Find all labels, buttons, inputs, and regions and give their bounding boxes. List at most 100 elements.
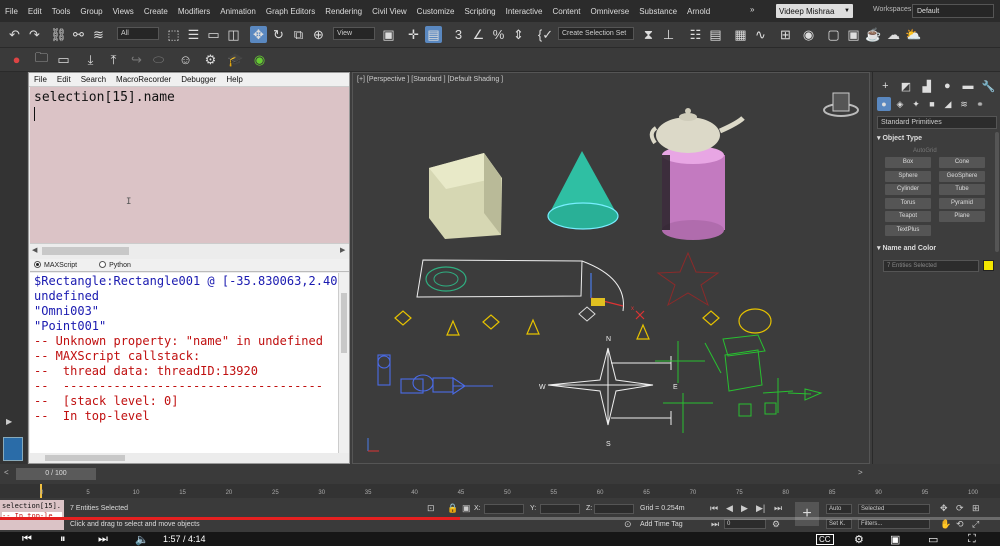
menu-graph-editors[interactable]: Graph Editors	[261, 7, 320, 16]
menu-rendering[interactable]: Rendering	[320, 7, 367, 16]
set-key-button[interactable]: Set K.	[826, 519, 852, 529]
play-icon[interactable]: ▶	[741, 503, 748, 514]
fullscreen-icon[interactable]: ⛶	[968, 533, 976, 546]
create-torus-button[interactable]: Torus	[885, 197, 931, 209]
camera-target-icon[interactable]	[578, 306, 596, 322]
point-helpers[interactable]	[655, 334, 823, 433]
create-textplus-button[interactable]: TextPlus	[885, 224, 931, 236]
name-color-rollout-header[interactable]: ▾ Name and Color	[877, 244, 997, 252]
create-cone-button[interactable]: Cone	[939, 157, 985, 168]
light-objects[interactable]	[394, 308, 772, 340]
workspace-select[interactable]: Default	[912, 4, 994, 18]
x-coordinate-field[interactable]	[484, 504, 524, 514]
create-tube-button[interactable]: Tube	[939, 184, 985, 195]
redo-icon[interactable]: ↷	[26, 26, 43, 43]
render-in-cloud-icon[interactable]: ☁	[885, 26, 902, 43]
menu-customize[interactable]: Customize	[412, 7, 460, 16]
theater-mode-icon[interactable]: ▭	[928, 533, 938, 546]
previous-video-icon[interactable]: ⏮	[22, 533, 32, 546]
link-icon[interactable]: ⛓	[50, 26, 67, 43]
create-box-button[interactable]: Box	[885, 157, 931, 168]
menu-views[interactable]: Views	[108, 7, 139, 16]
key-selection-dropdown[interactable]: Selected	[858, 504, 930, 514]
select-move-icon[interactable]: ✥	[250, 26, 267, 43]
y-coordinate-field[interactable]	[540, 504, 580, 514]
biped-objects[interactable]	[377, 354, 493, 396]
autogrid-checkbox[interactable]: AutoGrid	[913, 148, 937, 154]
gear-icon[interactable]: ⚙	[202, 51, 219, 68]
object-type-rollout-header[interactable]: ▾ Object Type	[877, 134, 997, 142]
toggle-scene-explorer-icon[interactable]: ☷	[687, 26, 704, 43]
previous-frame-icon[interactable]: ◀	[726, 503, 733, 514]
editor-menu-help[interactable]: Help	[221, 75, 247, 84]
edit-named-selection-icon[interactable]: {✓	[537, 26, 554, 43]
teapot-object[interactable]	[649, 108, 745, 153]
display-tab-icon[interactable]: ▬	[960, 78, 977, 94]
import-icon[interactable]: ⤓	[82, 51, 99, 68]
menu-more[interactable]: »	[744, 5, 760, 14]
key-mode-icon[interactable]: ⏭	[711, 519, 719, 530]
script-code-area[interactable]: selection[15].name I	[30, 87, 349, 243]
miniplayer-icon[interactable]: ▣	[890, 533, 900, 546]
unlink-icon[interactable]: ⚯	[70, 26, 87, 43]
window-crossing-icon[interactable]: ◫	[225, 26, 242, 43]
place-icon[interactable]: ⊕	[310, 26, 327, 43]
menu-arnold[interactable]: Arnold	[682, 7, 715, 16]
rect-selection-icon[interactable]: ▭	[205, 26, 222, 43]
menu-scripting[interactable]: Scripting	[459, 7, 500, 16]
selection-lock-icon[interactable]: 🔒	[447, 503, 458, 514]
spacewarps-icon[interactable]: ≋	[957, 97, 971, 111]
render-setup-icon[interactable]: ▢	[825, 26, 842, 43]
create-plane-button[interactable]: Plane	[939, 211, 985, 222]
add-time-tag[interactable]: Add Time Tag	[640, 521, 683, 528]
save-icon[interactable]: ▭	[55, 51, 72, 68]
scrollbar-thumb[interactable]	[45, 455, 125, 461]
object-name-field[interactable]: 7 Entities Selected	[883, 260, 979, 272]
menu-tools[interactable]: Tools	[47, 7, 76, 16]
graduation-cap-icon[interactable]: 🎓	[227, 51, 244, 68]
menu-create[interactable]: Create	[139, 7, 173, 16]
user-account-dropdown[interactable]: Videep Mishraa ▼	[776, 4, 853, 18]
command-panel-scrollbar[interactable]	[995, 132, 999, 252]
tab-python[interactable]: Python	[99, 261, 131, 269]
create-tab-icon[interactable]: +	[877, 78, 894, 94]
shapes-icon[interactable]: ◈	[893, 97, 907, 111]
scroll-right-icon[interactable]: ▶	[340, 246, 345, 254]
maxscript-listener-output[interactable]: $Rectangle:Rectangle001 @ [-35.830063,2.…	[30, 273, 338, 453]
volume-icon[interactable]: 🔈	[135, 533, 149, 546]
scroll-left-icon[interactable]: ◀	[32, 246, 37, 254]
create-pyramid-button[interactable]: Pyramid	[939, 197, 985, 209]
settings-gear-icon[interactable]: ⚙	[854, 533, 864, 546]
compass-rose[interactable]: N S W E	[539, 336, 678, 448]
angle-snap-icon[interactable]: ∠	[470, 26, 487, 43]
user-icon[interactable]: ●	[8, 51, 25, 68]
field-of-view-icon[interactable]: ✋	[940, 519, 951, 530]
selection-filter-select[interactable]: All	[117, 27, 159, 40]
schematic-view-icon[interactable]: ⊞	[777, 26, 794, 43]
time-config-icon[interactable]: ⚙	[772, 519, 780, 530]
set-key-icon[interactable]: +	[795, 502, 819, 526]
go-to-start-icon[interactable]: ⏮	[710, 503, 718, 514]
layer-explorer-icon[interactable]: ▤	[707, 26, 724, 43]
zoom-extents-icon[interactable]: ⊞	[972, 503, 980, 514]
geometry-icon[interactable]: ●	[877, 97, 891, 111]
z-coordinate-field[interactable]	[594, 504, 634, 514]
create-teapot-button[interactable]: Teapot	[885, 211, 931, 222]
time-prev-arrow[interactable]: <	[4, 468, 9, 477]
viewcube-icon[interactable]	[823, 92, 859, 117]
systems-icon[interactable]: ⚭	[973, 97, 987, 111]
next-video-icon[interactable]: ⏭	[98, 533, 108, 546]
curve-editor-icon[interactable]: ∿	[752, 26, 769, 43]
star-shape[interactable]	[656, 251, 720, 307]
editor-menu-file[interactable]: File	[29, 75, 52, 84]
export-icon[interactable]: ⤒	[105, 51, 122, 68]
editor-menu-macrorecorder[interactable]: MacroRecorder	[111, 75, 176, 84]
menu-animation[interactable]: Animation	[215, 7, 261, 16]
keyboard-shortcut-override-icon[interactable]: ▤	[425, 26, 442, 43]
pan-icon[interactable]: ✥	[940, 503, 948, 514]
menu-omniverse[interactable]: Omniverse	[586, 7, 635, 16]
redo-disabled-icon[interactable]: ↪	[128, 51, 145, 68]
menu-substance[interactable]: Substance	[634, 7, 682, 16]
time-next-arrow[interactable]: >	[858, 468, 863, 477]
create-cylinder-button[interactable]: Cylinder	[885, 184, 931, 195]
